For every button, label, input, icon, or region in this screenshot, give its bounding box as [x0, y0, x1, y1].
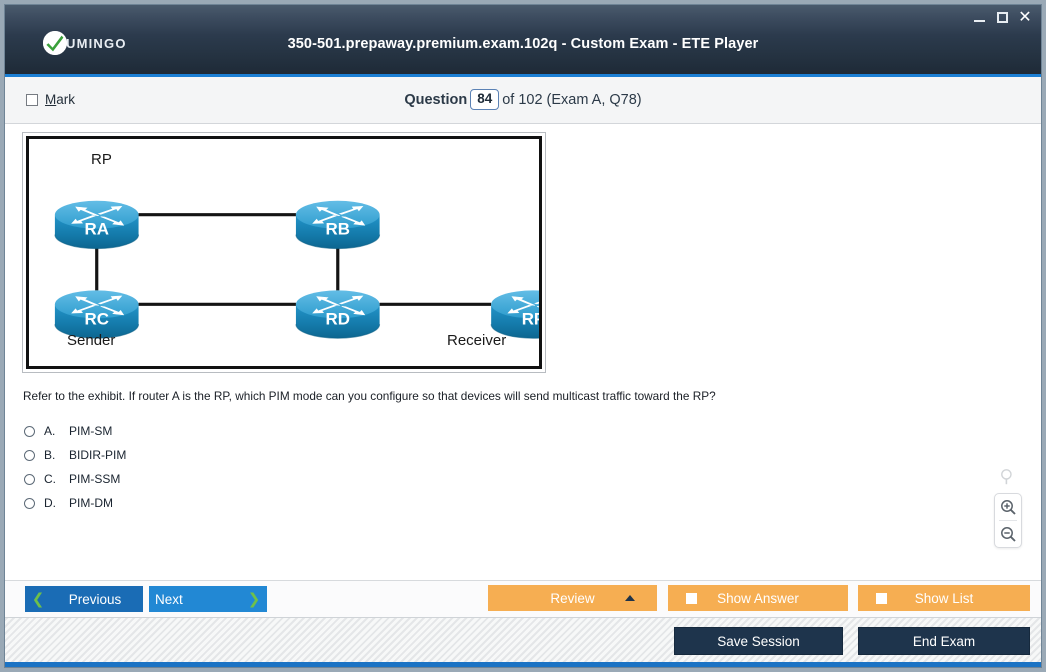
bottom-accent-bar — [5, 662, 1041, 667]
option-text-b: BIDIR-PIM — [69, 448, 127, 462]
review-button[interactable]: Review — [488, 585, 657, 611]
show-answer-button[interactable]: Show Answer — [668, 585, 848, 611]
application-window: UMINGO 350-501.prepaway.premium.exam.102… — [4, 4, 1042, 668]
exhibit-image-frame[interactable]: RA RB RC RD RF RP Sender Receiver — [22, 132, 546, 373]
question-content-area: RA RB RC RD RF RP Sender Receiver Refer … — [5, 124, 1041, 580]
zoom-button-stack — [994, 493, 1022, 548]
topology-links — [95, 213, 492, 306]
radio-option-b[interactable] — [24, 449, 35, 461]
navigation-toolbar: ❮ Previous Next ❯ Review Show Answer Sho… — [5, 580, 1041, 617]
question-header-bar: Mark Question 84 of 102 (Exam A, Q78) — [5, 77, 1041, 124]
show-list-checkbox[interactable] — [876, 593, 887, 604]
zoom-out-icon[interactable] — [995, 521, 1021, 547]
show-list-label: Show List — [914, 590, 974, 606]
question-total-label: of 102 (Exam A, Q78) — [502, 92, 642, 108]
option-letter-b: B. — [44, 448, 56, 462]
minimize-icon[interactable] — [972, 9, 988, 25]
router-label-RF: RF — [522, 309, 539, 328]
router-label-RD: RD — [326, 309, 350, 328]
exhibit-inner-frame: RA RB RC RD RF RP Sender Receiver — [26, 136, 542, 369]
title-bar: UMINGO 350-501.prepaway.premium.exam.102… — [5, 5, 1041, 77]
chevron-right-icon: ❯ — [247, 590, 261, 608]
exhibit-rp-label: RP — [91, 151, 112, 168]
answer-option-a[interactable]: A. PIM-SM — [24, 419, 724, 443]
close-icon[interactable]: ✕ — [1017, 9, 1033, 25]
magnifier-icon[interactable] — [995, 464, 1021, 490]
radio-option-d[interactable] — [24, 497, 35, 509]
window-controls: ✕ — [972, 9, 1033, 25]
next-button[interactable]: Next ❯ — [149, 586, 267, 612]
answer-option-d[interactable]: D. PIM-DM — [24, 491, 724, 515]
option-text-c: PIM-SSM — [69, 472, 121, 486]
chevron-left-icon: ❮ — [31, 590, 45, 608]
radio-option-c[interactable] — [24, 473, 35, 485]
question-number-field[interactable]: 84 — [470, 89, 500, 110]
answer-options-list: A. PIM-SM B. BIDIR-PIM C. PIM-SSM D. PIM… — [24, 419, 724, 515]
question-word: Question — [404, 92, 468, 108]
window-title: 350-501.prepaway.premium.exam.102q - Cus… — [287, 36, 759, 52]
answer-option-b[interactable]: B. BIDIR-PIM — [24, 443, 724, 467]
answer-option-c[interactable]: C. PIM-SSM — [24, 467, 724, 491]
logo-check-badge-icon — [43, 31, 67, 55]
option-letter-d: D. — [44, 496, 56, 510]
option-letter-a: A. — [44, 424, 56, 438]
show-list-button[interactable]: Show List — [858, 585, 1030, 611]
show-answer-label: Show Answer — [717, 590, 799, 606]
option-text-a: PIM-SM — [69, 424, 113, 438]
previous-button[interactable]: ❮ Previous — [25, 586, 143, 612]
chevron-up-icon — [625, 595, 635, 601]
review-button-label: Review — [550, 590, 595, 606]
maximize-icon[interactable] — [997, 12, 1008, 23]
previous-button-label: Previous — [68, 591, 122, 607]
option-text-d: PIM-DM — [69, 496, 113, 510]
zoom-in-icon[interactable] — [995, 494, 1021, 520]
option-letter-c: C. — [44, 472, 56, 486]
save-session-button[interactable]: Save Session — [674, 627, 843, 655]
show-answer-checkbox[interactable] — [686, 593, 697, 604]
zoom-controls — [993, 464, 1023, 548]
end-exam-button[interactable]: End Exam — [858, 627, 1030, 655]
status-bar: Save Session End Exam — [5, 617, 1041, 667]
router-label-RB: RB — [326, 220, 350, 239]
ete-player-window: UMINGO 350-501.prepaway.premium.exam.102… — [0, 0, 1046, 672]
exhibit-sender-label: Sender — [67, 332, 116, 349]
router-label-RC: RC — [85, 309, 109, 328]
question-text: Refer to the exhibit. If router A is the… — [23, 389, 716, 403]
title-bar-sheen — [5, 5, 1041, 35]
router-label-RA: RA — [85, 220, 109, 239]
logo-text: UMINGO — [66, 35, 127, 51]
next-button-label: Next — [155, 591, 183, 607]
radio-option-a[interactable] — [24, 425, 35, 437]
exhibit-receiver-label: Receiver — [447, 332, 507, 349]
question-counter: Question 84 of 102 (Exam A, Q78) — [5, 89, 1041, 110]
vumingo-logo: UMINGO — [43, 31, 127, 55]
